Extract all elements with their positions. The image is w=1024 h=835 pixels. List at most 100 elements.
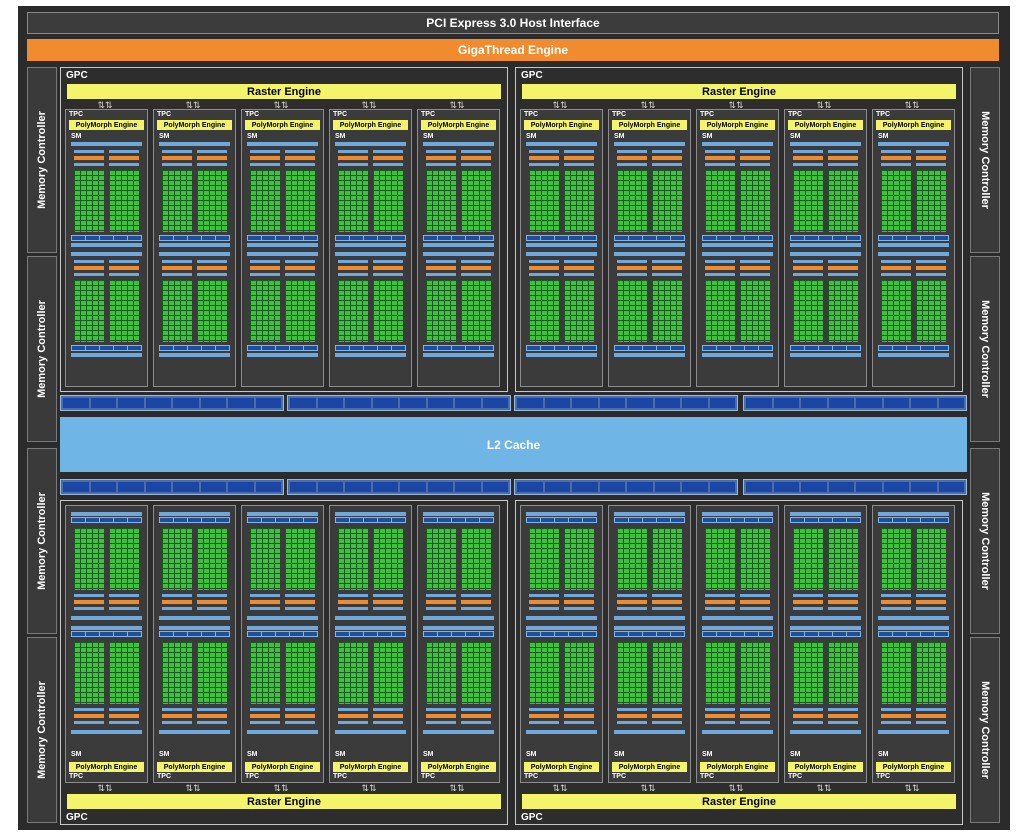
warp-scheduler (564, 714, 594, 718)
dispatch-unit (74, 594, 104, 597)
l2-cache-block (801, 482, 827, 492)
dispatch-unit (338, 708, 368, 711)
dispatch-unit (793, 594, 823, 597)
texture-unit (466, 346, 479, 350)
texture-unit (188, 632, 201, 636)
l2-cache-block (482, 482, 508, 492)
l2-cache-block (427, 398, 453, 408)
texture-unit (304, 632, 317, 636)
instruction-cache (423, 616, 494, 620)
sm-partition (197, 148, 227, 240)
instruction-buffer (881, 607, 911, 610)
texture-unit (188, 518, 201, 522)
warp-scheduler (881, 266, 911, 270)
instruction-buffer (881, 150, 911, 153)
instruction-cache (335, 730, 406, 734)
load-store-units (335, 235, 406, 241)
sm-label: SM (71, 751, 82, 758)
cuda-core-grid (426, 528, 456, 590)
memory-controller-label: Memory Controller (36, 681, 49, 779)
sm-partition (793, 640, 823, 732)
texture-unit (336, 632, 349, 636)
texture-unit (657, 518, 670, 522)
warp-scheduler (461, 600, 491, 604)
gpc-label: GPC (521, 812, 543, 823)
instruction-cache (614, 616, 685, 620)
texture-unit (569, 518, 582, 522)
dispatch-unit (828, 708, 858, 711)
cuda-core-grid (828, 170, 858, 232)
texture-unit (629, 236, 642, 240)
sm-unit (878, 512, 949, 622)
load-store-units (159, 235, 230, 241)
sm-partition (426, 640, 456, 732)
l1-cache (335, 353, 406, 357)
cuda-core-grid (461, 280, 491, 342)
tpc: TPC PolyMorph Engine SM (417, 109, 500, 387)
warp-scheduler (162, 600, 192, 604)
sm-unit (247, 512, 318, 622)
load-store-units (423, 235, 494, 241)
instruction-buffer (564, 260, 594, 263)
texture-unit (893, 518, 906, 522)
warp-scheduler (617, 600, 647, 604)
instruction-buffer (529, 607, 559, 610)
sm-label: SM (878, 751, 889, 758)
cuda-core-grid (197, 170, 227, 232)
texture-unit (438, 236, 451, 240)
bidirectional-arrow-icon: ⇅⇅ (640, 100, 656, 110)
instruction-cache (702, 252, 773, 256)
texture-unit (128, 346, 141, 350)
instruction-buffer (461, 607, 491, 610)
tpc-label: TPC (788, 773, 802, 780)
texture-unit (615, 518, 628, 522)
l1-cache (159, 512, 230, 516)
warp-scheduler (564, 266, 594, 270)
tpc: TPC PolyMorph Engine SM (417, 505, 500, 783)
texture-unit (248, 632, 261, 636)
texture-unit (541, 236, 554, 240)
l2-cache-block (572, 482, 598, 492)
l2-cache-slice (514, 479, 738, 495)
tpc: TPC PolyMorph Engine SM (520, 109, 603, 387)
warp-scheduler (109, 156, 139, 160)
memory-controller: Memory Controller (27, 448, 57, 634)
cuda-core-grid (881, 528, 911, 590)
bidirectional-arrow-icon: ⇅⇅ (904, 100, 920, 110)
l2-cache-slice (743, 479, 967, 495)
texture-unit (555, 236, 568, 240)
l2-cache-block (345, 482, 371, 492)
texture-unit (276, 632, 289, 636)
load-store-units (790, 631, 861, 637)
load-store-units (247, 345, 318, 351)
cuda-core-grid (426, 170, 456, 232)
texture-unit (745, 518, 758, 522)
texture-unit (72, 236, 85, 240)
l1-cache (71, 243, 142, 247)
sm-unit (702, 512, 773, 622)
polymorph-engine: PolyMorph Engine (700, 120, 775, 130)
cuda-core-grid (828, 280, 858, 342)
l1-cache (790, 626, 861, 630)
sm-unit (335, 626, 406, 736)
texture-unit (114, 632, 127, 636)
cuda-core-grid (529, 528, 559, 590)
sm-unit (71, 512, 142, 622)
dispatch-unit (916, 273, 946, 276)
cuda-core-grid (74, 528, 104, 590)
instruction-buffer (529, 721, 559, 724)
tpc: TPC PolyMorph Engine SM (65, 109, 148, 387)
dispatch-unit (881, 163, 911, 166)
warp-scheduler (529, 266, 559, 270)
texture-unit (216, 346, 229, 350)
dispatch-unit (881, 273, 911, 276)
tpc: TPC PolyMorph Engine SM (784, 505, 867, 783)
warp-scheduler (197, 156, 227, 160)
texture-unit (438, 632, 451, 636)
l2-cache-slice (287, 395, 511, 411)
texture-unit (583, 346, 596, 350)
texture-unit (100, 632, 113, 636)
instruction-buffer (461, 721, 491, 724)
texture-unit (336, 236, 349, 240)
warp-scheduler (617, 156, 647, 160)
